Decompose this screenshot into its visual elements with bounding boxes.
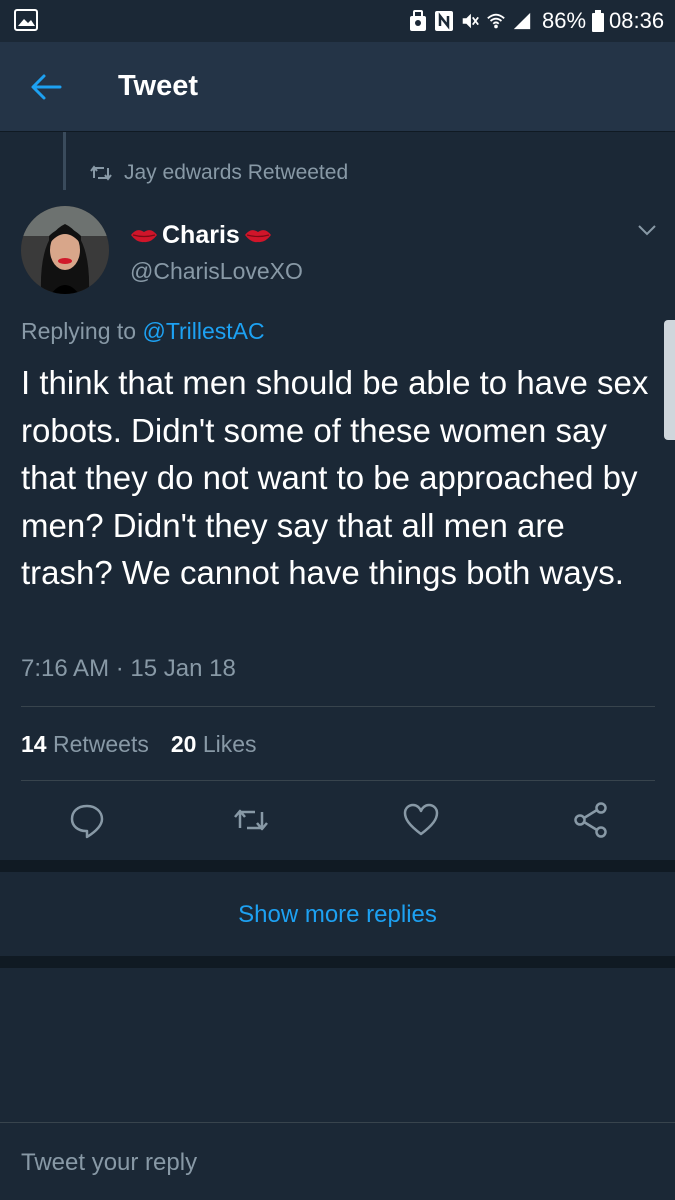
author-name-row[interactable]: Charis <box>130 220 272 250</box>
show-more-replies-button[interactable]: Show more replies <box>0 873 675 956</box>
likes-stat[interactable]: 20 Likes <box>171 729 257 759</box>
reply-bar <box>0 1122 675 1200</box>
retweeted-by-label: Jay edwards Retweeted <box>124 161 349 184</box>
tweet-actions <box>0 800 675 846</box>
author-name: Charis <box>162 221 240 249</box>
lips-icon <box>244 230 271 243</box>
wifi-icon <box>487 13 505 29</box>
tweet-timestamp: 7:16 AM · 15 Jan 18 <box>21 655 236 682</box>
tweet-reply-input[interactable] <box>21 1145 641 1181</box>
page-title: Tweet <box>118 70 199 102</box>
reply-icon[interactable] <box>67 800 107 840</box>
retweet-context[interactable]: Jay edwards Retweeted <box>90 158 348 188</box>
retweet-icon[interactable] <box>231 800 271 840</box>
nfc-icon <box>435 11 453 31</box>
like-icon[interactable] <box>401 800 441 840</box>
replying-to: Replying to @TrillestAC <box>21 316 265 346</box>
status-icons <box>408 8 532 34</box>
battery-icon <box>592 10 604 32</box>
likes-label: Likes <box>202 731 257 757</box>
chevron-down-icon[interactable] <box>636 222 658 238</box>
status-bar: 86% 08:36 <box>0 0 675 42</box>
thread-connector <box>63 132 66 190</box>
mute-icon <box>462 13 479 29</box>
scrollbar-thumb[interactable] <box>664 320 675 440</box>
retweets-label: Retweets <box>52 731 149 757</box>
section-separator <box>0 860 675 872</box>
divider <box>21 780 655 781</box>
recycle-icon <box>410 10 426 31</box>
retweet-icon <box>90 165 112 181</box>
clock: 08:36 <box>609 8 665 33</box>
battery-percent: 86% <box>542 8 587 33</box>
replying-mention-link[interactable]: @TrillestAC <box>142 318 264 344</box>
share-icon[interactable] <box>571 800 611 840</box>
avatar[interactable] <box>21 206 109 294</box>
gallery-icon <box>14 9 38 31</box>
back-arrow-icon[interactable] <box>30 72 62 102</box>
app-header: Tweet <box>0 42 675 132</box>
divider <box>21 706 655 707</box>
lips-icon <box>131 230 157 243</box>
tweet-stats: 14 Retweets 20 Likes <box>21 729 257 759</box>
author-handle[interactable]: @CharisLoveXO <box>130 256 303 286</box>
section-separator <box>0 956 675 968</box>
tweet-text: I think that men should be able to have … <box>21 364 649 591</box>
avatar-image <box>21 206 109 294</box>
signal-icon <box>513 12 531 30</box>
retweets-stat[interactable]: 14 Retweets <box>21 729 149 759</box>
retweets-count: 14 <box>21 731 47 757</box>
likes-count: 20 <box>170 731 197 757</box>
replying-prefix: Replying to <box>21 318 143 344</box>
